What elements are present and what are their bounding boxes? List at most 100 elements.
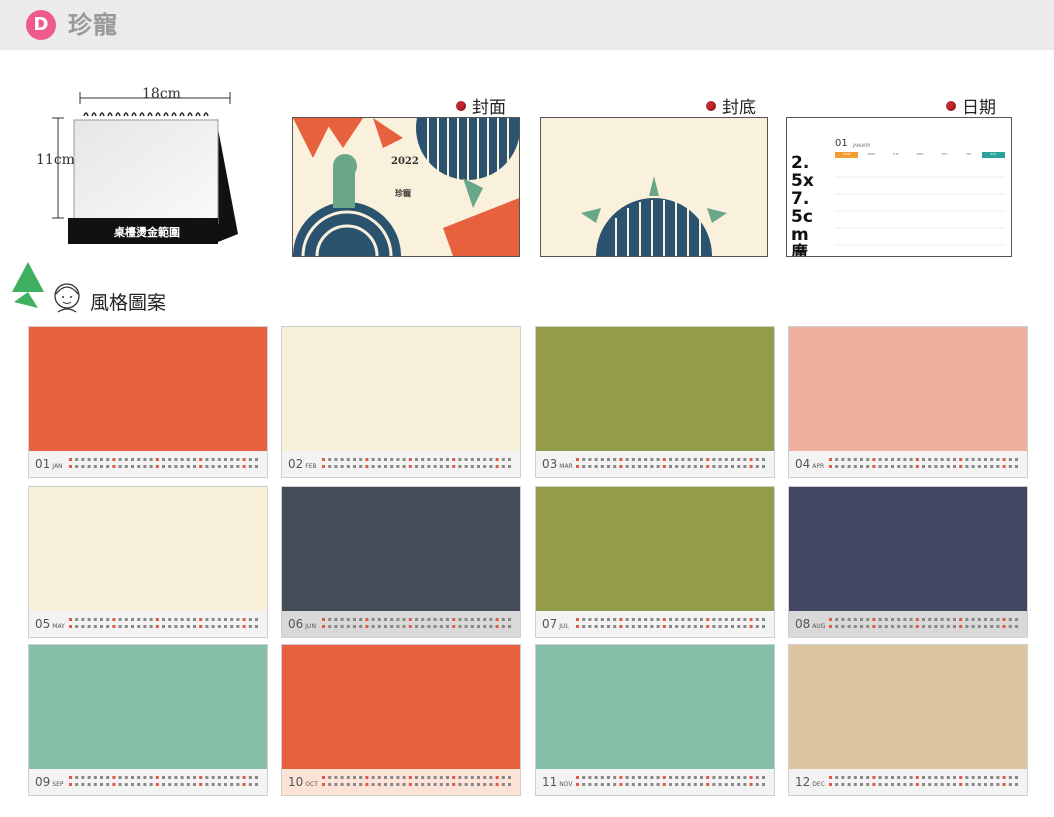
day-mark [193,618,196,621]
day-mark [835,776,839,779]
day-mark [700,776,703,779]
day-mark [81,465,85,468]
day-mark [242,618,246,621]
day-mark [749,776,753,779]
day-mark [762,618,765,621]
day-mark [377,783,381,786]
day-mark [464,458,468,461]
cover-year: 2022 [391,156,419,167]
day-mark [1002,776,1006,779]
day-mark [106,458,110,461]
day-mark [600,618,604,621]
day-mark [977,776,981,779]
day-mark [1002,465,1006,468]
day-mark [915,776,919,779]
day-mark [371,465,375,468]
day-mark [946,776,950,779]
month-name: AUG [812,623,826,630]
day-mark [402,618,406,621]
day-mark [600,625,604,628]
day-mark [155,625,159,628]
back-preview [540,117,768,257]
day-mark [847,458,851,461]
day-mark [681,783,685,786]
day-mark [959,783,963,786]
day-mark [149,776,153,779]
day-mark [903,625,907,628]
cover-label: 封面 [456,93,506,118]
day-mark [162,776,165,779]
day-mark [878,618,882,621]
day-mark [508,625,511,628]
day-mark [731,783,734,786]
day-mark [168,625,172,628]
day-mark [501,625,505,628]
style-section-title: 風格圖案 [90,292,167,314]
day-mark [193,458,196,461]
day-mark [446,776,449,779]
day-mark [953,465,956,468]
day-mark [255,625,258,628]
day-mark [390,465,394,468]
day-mark [470,458,474,461]
day-mark [749,458,753,461]
day-mark [613,618,617,621]
day-mark [255,465,258,468]
day-mark [149,458,153,461]
red-dot-icon [946,100,956,111]
day-mark [755,625,759,628]
day-mark [829,458,832,461]
day-mark [248,458,252,461]
day-mark [762,458,765,461]
day-mark [87,783,91,786]
day-mark [872,625,876,628]
day-mark [384,465,387,468]
day-mark [884,783,888,786]
day-mark [576,465,579,468]
day-mark [402,625,406,628]
day-mark [205,776,209,779]
day-mark [866,618,870,621]
month-card-may: 05 MAY [28,486,268,638]
day-mark [576,618,579,621]
day-mark [174,465,178,468]
day-mark [446,625,449,628]
day-mark [242,783,246,786]
day-mark [582,465,586,468]
day-mark [724,776,728,779]
day-mark [100,458,103,461]
day-mark [334,618,338,621]
day-mark [687,776,691,779]
month-artwork [536,645,774,769]
day-mark [712,776,716,779]
day-mark [718,618,722,621]
day-mark [724,618,728,621]
day-mark [415,625,418,628]
day-mark [477,618,480,621]
day-mark [755,458,759,461]
month-day-marks [576,776,765,786]
day-mark [346,625,350,628]
height-dimension-icon [52,117,64,219]
day-mark [433,618,437,621]
day-mark [334,458,338,461]
month-artwork [282,327,520,451]
month-day-marks [576,618,765,628]
day-mark [915,618,919,621]
day-mark [971,618,975,621]
day-mark [762,783,765,786]
day-mark [841,783,845,786]
day-mark [681,625,685,628]
day-mark [236,618,240,621]
day-mark [644,776,648,779]
day-mark [421,625,425,628]
day-mark [174,618,178,621]
day-mark [903,776,907,779]
day-mark [495,618,499,621]
day-mark [199,465,203,468]
day-mark [168,776,172,779]
day-mark [427,618,431,621]
day-mark [706,618,710,621]
day-mark [681,465,685,468]
day-mark [971,776,975,779]
